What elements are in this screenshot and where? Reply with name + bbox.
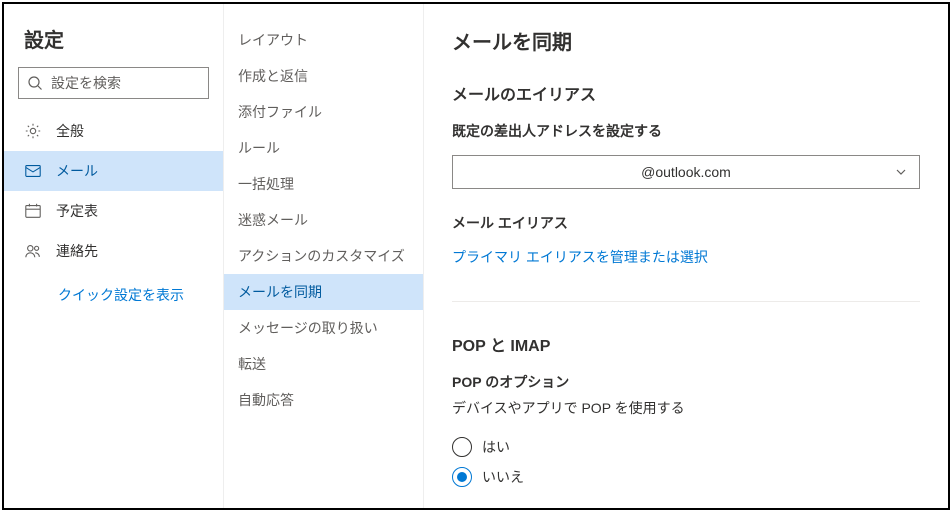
chevron-down-icon [895, 166, 907, 178]
sidebar-item-contacts[interactable]: 連絡先 [4, 231, 223, 271]
people-icon [24, 242, 42, 260]
settings-dialog: 設定 全般 メール [2, 2, 950, 510]
section-divider [452, 301, 920, 302]
submenu-item-attachments[interactable]: 添付ファイル [224, 94, 423, 130]
search-icon [27, 75, 43, 91]
default-from-label: 既定の差出人アドレスを設定する [452, 121, 920, 141]
submenu-label: 転送 [238, 354, 266, 374]
submenu-item-auto-reply[interactable]: 自動応答 [224, 382, 423, 418]
submenu-label: メールを同期 [238, 282, 322, 302]
sidebar-item-label: メール [56, 161, 98, 181]
pop-imap-heading: POP と IMAP [452, 332, 920, 356]
submenu-label: ルール [238, 138, 280, 158]
page-title: メールを同期 [452, 26, 920, 55]
sidebar-item-label: 予定表 [56, 201, 98, 221]
alias-label: メール エイリアス [452, 213, 920, 233]
pop-desc: デバイスやアプリで POP を使用する [452, 398, 920, 418]
radio-icon [452, 437, 472, 457]
radio-label: いいえ [482, 467, 524, 487]
submenu-item-rules[interactable]: ルール [224, 130, 423, 166]
submenu-item-customize-actions[interactable]: アクションのカスタマイズ [224, 238, 423, 274]
dropdown-value: @outlook.com [641, 164, 731, 180]
submenu-label: 作成と返信 [238, 66, 308, 86]
default-from-dropdown[interactable]: @outlook.com [452, 155, 920, 189]
settings-sidebar: 設定 全般 メール [4, 4, 224, 508]
submenu-item-junk[interactable]: 迷惑メール [224, 202, 423, 238]
calendar-icon [24, 202, 42, 220]
alias-heading: メールのエイリアス [452, 81, 920, 105]
manage-alias-link[interactable]: プライマリ エイリアスを管理または選択 [452, 247, 920, 267]
submenu-label: 自動応答 [238, 390, 294, 410]
radio-icon [452, 467, 472, 487]
sidebar-item-calendar[interactable]: 予定表 [4, 191, 223, 231]
submenu-item-sweep[interactable]: 一括処理 [224, 166, 423, 202]
sidebar-item-label: 全般 [56, 121, 84, 141]
settings-title: 設定 [4, 18, 223, 67]
submenu-label: アクションのカスタマイズ [238, 246, 405, 266]
pop-imap-section: POP と IMAP POP のオプション デバイスやアプリで POP を使用す… [452, 332, 920, 492]
submenu-item-forwarding[interactable]: 転送 [224, 346, 423, 382]
submenu-label: メッセージの取り扱い [238, 318, 378, 338]
alias-section: メールのエイリアス 既定の差出人アドレスを設定する @outlook.com メ… [452, 81, 920, 267]
gear-icon [24, 122, 42, 140]
pop-options-label: POP のオプション [452, 372, 920, 392]
pop-radio-no[interactable]: いいえ [452, 462, 920, 492]
sidebar-item-mail[interactable]: メール [4, 151, 223, 191]
sidebar-item-general[interactable]: 全般 [4, 111, 223, 151]
submenu-label: レイアウト [238, 30, 308, 50]
submenu-label: 迷惑メール [238, 210, 308, 230]
settings-content: メールを同期 メールのエイリアス 既定の差出人アドレスを設定する @outloo… [424, 4, 948, 508]
pop-radio-yes[interactable]: はい [452, 432, 920, 462]
radio-label: はい [482, 437, 510, 457]
quick-settings-link[interactable]: クイック設定を表示 [4, 271, 223, 305]
mail-icon [24, 162, 42, 180]
settings-submenu: レイアウト 作成と返信 添付ファイル ルール 一括処理 迷惑メール アクションの… [224, 4, 424, 508]
sidebar-item-label: 連絡先 [56, 241, 98, 261]
submenu-label: 添付ファイル [238, 102, 322, 122]
submenu-label: 一括処理 [238, 174, 294, 194]
submenu-item-compose[interactable]: 作成と返信 [224, 58, 423, 94]
submenu-item-message-handling[interactable]: メッセージの取り扱い [224, 310, 423, 346]
search-input[interactable] [49, 74, 234, 92]
submenu-item-layout[interactable]: レイアウト [224, 22, 423, 58]
search-settings[interactable] [18, 67, 209, 99]
submenu-item-sync-mail[interactable]: メールを同期 [224, 274, 423, 310]
